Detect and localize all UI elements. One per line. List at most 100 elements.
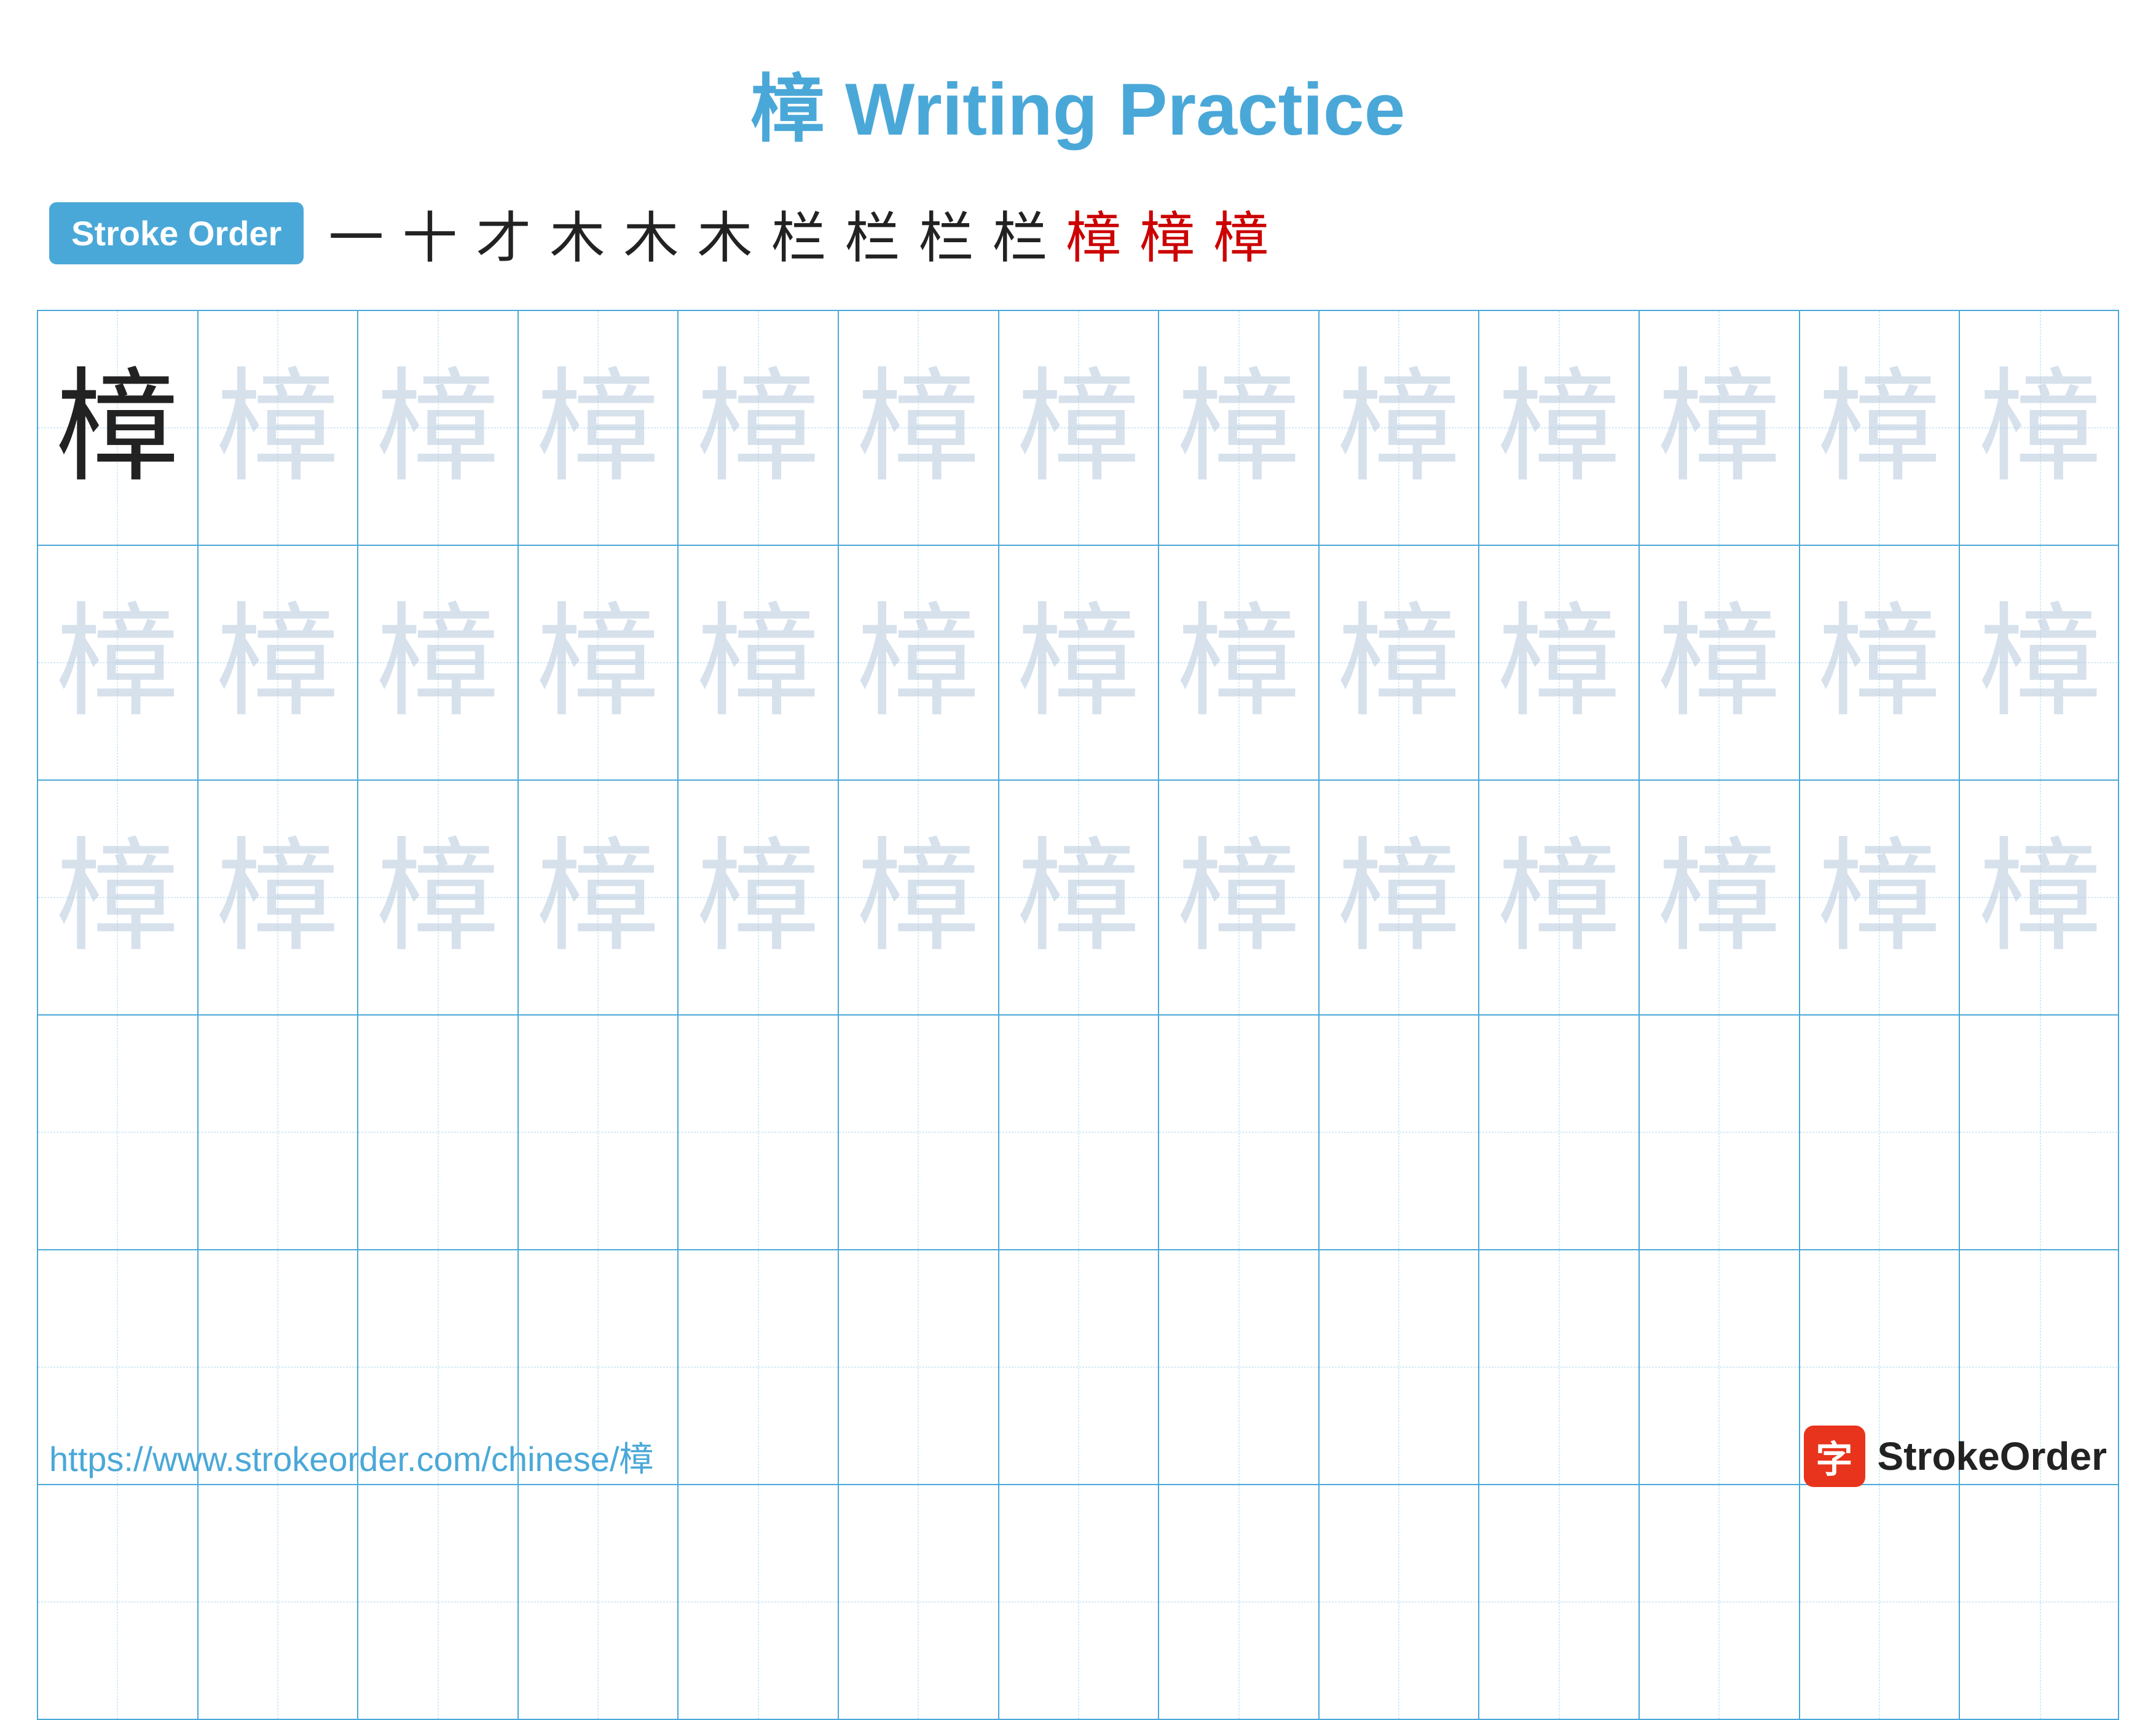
char-light: 樟 (56, 836, 179, 959)
char-light: 樟 (857, 366, 980, 489)
grid-cell-2-5[interactable]: 樟 (679, 546, 839, 779)
grid-cell-4-3[interactable] (358, 1016, 519, 1249)
grid-cell-6-2[interactable] (199, 1485, 359, 1719)
grid-row-6 (38, 1485, 2118, 1719)
grid-cell-2-10[interactable]: 樟 (1479, 546, 1640, 779)
char-light: 樟 (1818, 601, 1941, 724)
footer-logo: 字 StrokeOrder (1804, 1426, 2107, 1487)
grid-cell-2-6[interactable]: 樟 (839, 546, 999, 779)
grid-cell-4-11[interactable] (1640, 1016, 1800, 1249)
footer-url[interactable]: https://www.strokeorder.com/chinese/樟 (49, 1432, 654, 1481)
grid-cell-1-1[interactable]: 樟 (38, 311, 199, 545)
char-light: 樟 (1178, 836, 1300, 959)
grid-cell-3-2[interactable]: 樟 (199, 781, 359, 1014)
grid-cell-1-10[interactable]: 樟 (1479, 311, 1640, 545)
grid-cell-4-2[interactable] (199, 1016, 359, 1249)
stroke-9: 栏 (918, 193, 974, 273)
grid-cell-6-3[interactable] (358, 1485, 519, 1719)
grid-cell-1-4[interactable]: 樟 (519, 311, 679, 545)
grid-cell-3-12[interactable]: 樟 (1800, 781, 1961, 1014)
grid-cell-4-9[interactable] (1320, 1016, 1480, 1249)
grid-cell-4-8[interactable] (1159, 1016, 1320, 1249)
grid-cell-1-12[interactable]: 樟 (1800, 311, 1961, 545)
grid-cell-2-3[interactable]: 樟 (358, 546, 519, 779)
grid-cell-4-4[interactable] (519, 1016, 679, 1249)
grid-cell-2-2[interactable]: 樟 (199, 546, 359, 779)
practice-grid: 樟 樟 樟 樟 樟 樟 樟 樟 樟 樟 樟 樟 樟 樟 樟 樟 樟 樟 樟 樟 … (37, 310, 2119, 1720)
grid-cell-2-8[interactable]: 樟 (1159, 546, 1320, 779)
stroke-7: 栏 (771, 193, 826, 273)
grid-cell-2-9[interactable]: 樟 (1320, 546, 1480, 779)
grid-cell-1-3[interactable]: 樟 (358, 311, 519, 545)
stroke-13: 樟 (1213, 193, 1269, 273)
grid-cell-4-6[interactable] (839, 1016, 999, 1249)
grid-cell-2-13[interactable]: 樟 (1960, 546, 2120, 779)
grid-cell-2-11[interactable]: 樟 (1640, 546, 1800, 779)
grid-cell-3-3[interactable]: 樟 (358, 781, 519, 1014)
stroke-1: 一 (328, 193, 384, 273)
grid-cell-6-4[interactable] (519, 1485, 679, 1719)
grid-cell-2-1[interactable]: 樟 (38, 546, 199, 779)
grid-cell-1-5[interactable]: 樟 (679, 311, 839, 545)
grid-cell-3-13[interactable]: 樟 (1960, 781, 2120, 1014)
grid-cell-4-12[interactable] (1800, 1016, 1961, 1249)
grid-cell-6-5[interactable] (679, 1485, 839, 1719)
grid-cell-1-2[interactable]: 樟 (199, 311, 359, 545)
grid-cell-6-10[interactable] (1479, 1485, 1640, 1719)
stroke-order-row: Stroke Order 一 十 才 木 木 木 栏 栏 栏 栏 樟 樟 樟 (0, 181, 2156, 298)
grid-cell-6-1[interactable] (38, 1485, 199, 1719)
strokeorder-logo-text: StrokeOrder (1878, 1434, 2107, 1479)
grid-cell-4-1[interactable] (38, 1016, 199, 1249)
grid-cell-6-7[interactable] (999, 1485, 1160, 1719)
grid-cell-3-1[interactable]: 樟 (38, 781, 199, 1014)
grid-cell-6-8[interactable] (1159, 1485, 1320, 1719)
grid-cell-3-6[interactable]: 樟 (839, 781, 999, 1014)
grid-cell-6-6[interactable] (839, 1485, 999, 1719)
char-light: 樟 (1979, 836, 2102, 959)
char-light: 樟 (1017, 601, 1140, 724)
grid-cell-1-9[interactable]: 樟 (1320, 311, 1480, 545)
char-light: 樟 (1818, 366, 1941, 489)
grid-cell-1-7[interactable]: 樟 (999, 311, 1160, 545)
char-light: 樟 (1979, 601, 2102, 724)
char-light: 樟 (697, 366, 820, 489)
char-light: 樟 (1658, 601, 1780, 724)
stroke-6: 木 (697, 193, 752, 273)
grid-cell-3-8[interactable]: 樟 (1159, 781, 1320, 1014)
grid-cell-4-5[interactable] (679, 1016, 839, 1249)
grid-cell-4-13[interactable] (1960, 1016, 2120, 1249)
grid-cell-6-11[interactable] (1640, 1485, 1800, 1719)
grid-cell-3-9[interactable]: 樟 (1320, 781, 1480, 1014)
grid-cell-6-13[interactable] (1960, 1485, 2120, 1719)
grid-cell-1-11[interactable]: 樟 (1640, 311, 1800, 545)
grid-cell-6-9[interactable] (1320, 1485, 1480, 1719)
char-light: 樟 (1658, 836, 1780, 959)
grid-cell-4-7[interactable] (999, 1016, 1160, 1249)
grid-cell-3-4[interactable]: 樟 (519, 781, 679, 1014)
grid-row-3: 樟 樟 樟 樟 樟 樟 樟 樟 樟 樟 樟 樟 樟 (38, 781, 2118, 1016)
grid-cell-2-4[interactable]: 樟 (519, 546, 679, 779)
grid-row-2: 樟 樟 樟 樟 樟 樟 樟 樟 樟 樟 樟 樟 樟 (38, 546, 2118, 781)
grid-cell-3-5[interactable]: 樟 (679, 781, 839, 1014)
grid-cell-6-12[interactable] (1800, 1485, 1961, 1719)
grid-cell-1-13[interactable]: 樟 (1960, 311, 2120, 545)
grid-cell-1-8[interactable]: 樟 (1159, 311, 1320, 545)
grid-cell-3-11[interactable]: 樟 (1640, 781, 1800, 1014)
grid-cell-2-7[interactable]: 樟 (999, 546, 1160, 779)
char-light: 樟 (1337, 366, 1460, 489)
grid-cell-3-10[interactable]: 樟 (1479, 781, 1640, 1014)
stroke-10: 栏 (992, 193, 1047, 273)
char-light: 樟 (1498, 836, 1621, 959)
stroke-2: 十 (402, 193, 457, 273)
grid-cell-1-6[interactable]: 樟 (839, 311, 999, 545)
char-light: 樟 (537, 366, 659, 489)
char-light: 樟 (857, 601, 980, 724)
grid-cell-3-7[interactable]: 樟 (999, 781, 1160, 1014)
grid-cell-2-12[interactable]: 樟 (1800, 546, 1961, 779)
grid-cell-4-10[interactable] (1479, 1016, 1640, 1249)
stroke-4: 木 (549, 193, 605, 273)
char-light: 樟 (1498, 366, 1621, 489)
char-light: 樟 (1818, 836, 1941, 959)
char-light: 樟 (216, 366, 339, 489)
stroke-12: 樟 (1139, 193, 1195, 273)
